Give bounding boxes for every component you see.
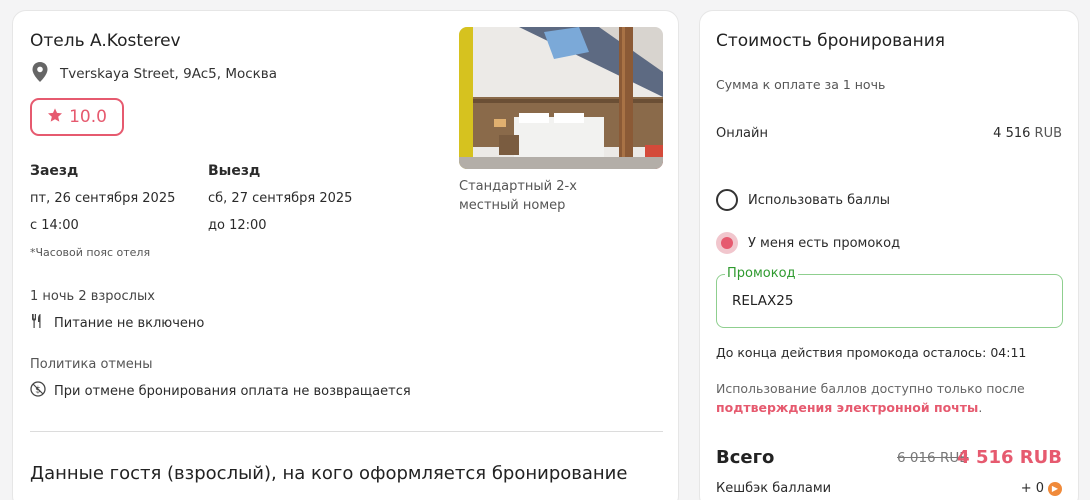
- have-promo-label: У меня есть промокод: [748, 235, 901, 251]
- cancellation-policy: $ При отмене бронирования оплата не возв…: [30, 381, 411, 401]
- online-amount-value: 4 516: [993, 126, 1031, 141]
- promo-code-input[interactable]: RELAX25: [732, 293, 793, 309]
- cashback-amount: + 0: [1020, 481, 1044, 496]
- no-refund-icon: $: [30, 381, 46, 401]
- pricing-title: Стоимость бронирования: [716, 31, 945, 51]
- points-note-end: .: [978, 400, 983, 415]
- points-note: Использование баллов доступно только пос…: [716, 379, 1056, 417]
- guest-section-title: Данные гостя (взрослый), на кого оформля…: [30, 463, 628, 484]
- online-amount: 4 516 RUB: [993, 126, 1062, 141]
- hotel-address-text: Tverskaya Street, 9Ac5, Москва: [60, 66, 278, 82]
- have-promo-radio[interactable]: [716, 232, 738, 254]
- cashback-label: Кешбэк баллами: [716, 481, 832, 496]
- have-promo-option[interactable]: У меня есть промокод: [716, 232, 900, 254]
- rating-badge: 10.0: [30, 98, 124, 136]
- email-confirmation-link[interactable]: подтверждения электронной почты: [716, 400, 978, 415]
- checkin-date: пт, 26 сентября 2025: [30, 191, 176, 206]
- rating-value: 10.0: [69, 107, 107, 127]
- cashback-value: + 0 ▶: [1021, 481, 1062, 496]
- promo-timer: До конца действия промокода осталось: 04…: [716, 345, 1027, 360]
- total-new-price: 4 516 RUB: [957, 447, 1062, 468]
- guests-summary: 1 ночь 2 взрослых: [30, 289, 155, 304]
- cancellation-policy-title: Политика отмены: [30, 357, 153, 372]
- pricing-subtitle: Сумма к оплате за 1 ночь: [716, 77, 886, 92]
- use-points-label: Использовать баллы: [748, 192, 891, 208]
- coin-icon: ▶: [1048, 481, 1062, 496]
- online-amount-currency: RUB: [1034, 126, 1062, 141]
- online-label: Онлайн: [716, 126, 768, 141]
- checkin-block: Заезд пт, 26 сентября 2025 с 14:00: [30, 163, 175, 245]
- total-label: Всего: [716, 447, 775, 468]
- booking-details-card: Отель A.Kosterev Tverskaya Street, 9Ac5,…: [12, 10, 679, 500]
- pricing-card: Стоимость бронирования Сумма к оплате за…: [699, 10, 1079, 500]
- promo-code-label: Промокод: [725, 266, 798, 281]
- promo-code-field[interactable]: Промокод RELAX25: [716, 266, 1063, 328]
- points-note-text: Использование баллов доступно только пос…: [716, 381, 1025, 396]
- checkin-label: Заезд: [30, 163, 79, 179]
- checkout-label: Выезд: [208, 163, 261, 179]
- use-points-option[interactable]: Использовать баллы: [716, 189, 890, 211]
- cancellation-policy-text: При отмене бронирования оплата не возвра…: [54, 383, 411, 399]
- room-name[interactable]: Стандартный 2-х местный номер: [459, 177, 639, 215]
- fork-knife-icon: [30, 313, 44, 333]
- checkout-block: Выезд сб, 27 сентября 2025 до 12:00: [208, 163, 352, 245]
- section-divider: [30, 431, 663, 432]
- svg-text:$: $: [35, 386, 41, 396]
- timezone-note: *Часовой пояс отеля: [30, 246, 151, 259]
- location-pin-icon: [30, 61, 50, 87]
- checkin-time: с 14:00: [30, 218, 79, 233]
- room-photo[interactable]: [459, 27, 663, 169]
- hotel-address: Tverskaya Street, 9Ac5, Москва: [30, 61, 277, 87]
- checkout-date: сб, 27 сентября 2025: [208, 191, 353, 206]
- checkout-time: до 12:00: [208, 218, 267, 233]
- hotel-name: Отель A.Kosterev: [30, 31, 181, 51]
- meal-info: Питание не включено: [30, 313, 204, 333]
- use-points-radio[interactable]: [716, 189, 738, 211]
- star-icon: [47, 107, 63, 128]
- meal-text: Питание не включено: [54, 315, 205, 331]
